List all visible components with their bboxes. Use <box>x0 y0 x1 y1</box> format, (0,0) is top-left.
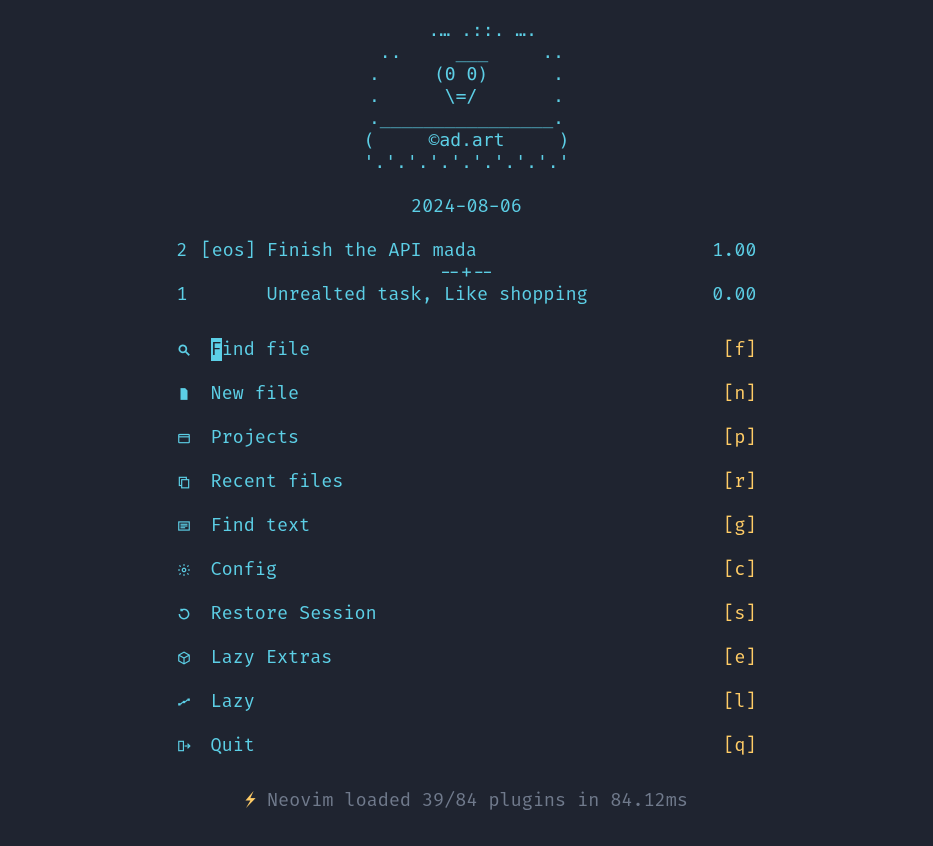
menu-label: Config <box>211 559 724 581</box>
lazy-icon <box>177 695 211 709</box>
task-num: 2 <box>177 240 201 262</box>
menu-projects[interactable]: Projects [p] <box>177 416 757 460</box>
menu-key: [n] <box>723 383 756 405</box>
menu-find-file[interactable]: Find file [f] <box>177 328 757 372</box>
cursor: F <box>211 338 222 361</box>
menu-key: [l] <box>723 691 756 713</box>
file-icon <box>177 387 211 401</box>
menu-key: [c] <box>723 559 756 581</box>
menu-label: New file <box>211 383 724 405</box>
menu-key: [r] <box>723 471 756 493</box>
menu-config[interactable]: Config [c] <box>177 548 757 592</box>
task-score: 1.00 <box>712 240 756 262</box>
task-score: 0.00 <box>712 284 756 306</box>
task-tag <box>201 284 267 306</box>
task-list: 2 [eos] Finish the API mada 1.00 --+-- 1… <box>177 240 757 306</box>
recent-icon <box>177 475 211 489</box>
menu-label: Projects <box>211 427 724 449</box>
menu-label: Quit <box>211 735 724 757</box>
task-num: 1 <box>177 284 201 306</box>
menu-label: Find file <box>211 339 724 361</box>
task-row: 2 [eos] Finish the API mada 1.00 <box>177 240 757 262</box>
grep-icon <box>177 519 211 533</box>
ascii-header: .… .::. …. .. ___ .. . (0 0) . . \=/ . .… <box>177 20 757 174</box>
menu-label: Restore Session <box>211 603 724 625</box>
menu-key: [q] <box>723 735 756 757</box>
dashboard-menu: Find file [f] New file [n] Projects [p] … <box>177 328 757 768</box>
menu-new-file[interactable]: New file [n] <box>177 372 757 416</box>
menu-key: [e] <box>723 647 756 669</box>
menu-find-text[interactable]: Find text [g] <box>177 504 757 548</box>
task-desc: Unrealted task, Like shopping <box>267 284 713 306</box>
task-divider: --+-- <box>177 262 757 284</box>
menu-lazy-extras[interactable]: Lazy Extras [e] <box>177 636 757 680</box>
menu-lazy[interactable]: Lazy [l] <box>177 680 757 724</box>
menu-key: [s] <box>723 603 756 625</box>
task-tag: [eos] <box>201 240 267 262</box>
menu-restore-session[interactable]: Restore Session [s] <box>177 592 757 636</box>
task-desc: Finish the API mada <box>267 240 713 262</box>
date: 2024-08-06 <box>177 196 757 218</box>
menu-recent-files[interactable]: Recent files [r] <box>177 460 757 504</box>
quit-icon <box>177 739 211 753</box>
project-icon <box>177 431 211 445</box>
gear-icon <box>177 563 211 577</box>
menu-key: [g] <box>723 515 756 537</box>
task-row: 1 Unrealted task, Like shopping 0.00 <box>177 284 757 306</box>
restore-icon <box>177 607 211 621</box>
menu-key: [f] <box>723 339 756 361</box>
menu-key: [p] <box>723 427 756 449</box>
bolt-icon: ⚡ <box>245 789 256 812</box>
menu-label: Recent files <box>211 471 724 493</box>
menu-label: Lazy <box>211 691 724 713</box>
menu-quit[interactable]: Quit [q] <box>177 724 757 768</box>
footer-text: Neovim loaded 39/84 plugins in 84.12ms <box>267 789 688 812</box>
menu-label: Lazy Extras <box>211 647 724 669</box>
package-icon <box>177 651 211 665</box>
menu-label: Find text <box>211 515 724 537</box>
footer-status: ⚡ Neovim loaded 39/84 plugins in 84.12ms <box>177 790 757 812</box>
search-icon <box>177 343 211 357</box>
